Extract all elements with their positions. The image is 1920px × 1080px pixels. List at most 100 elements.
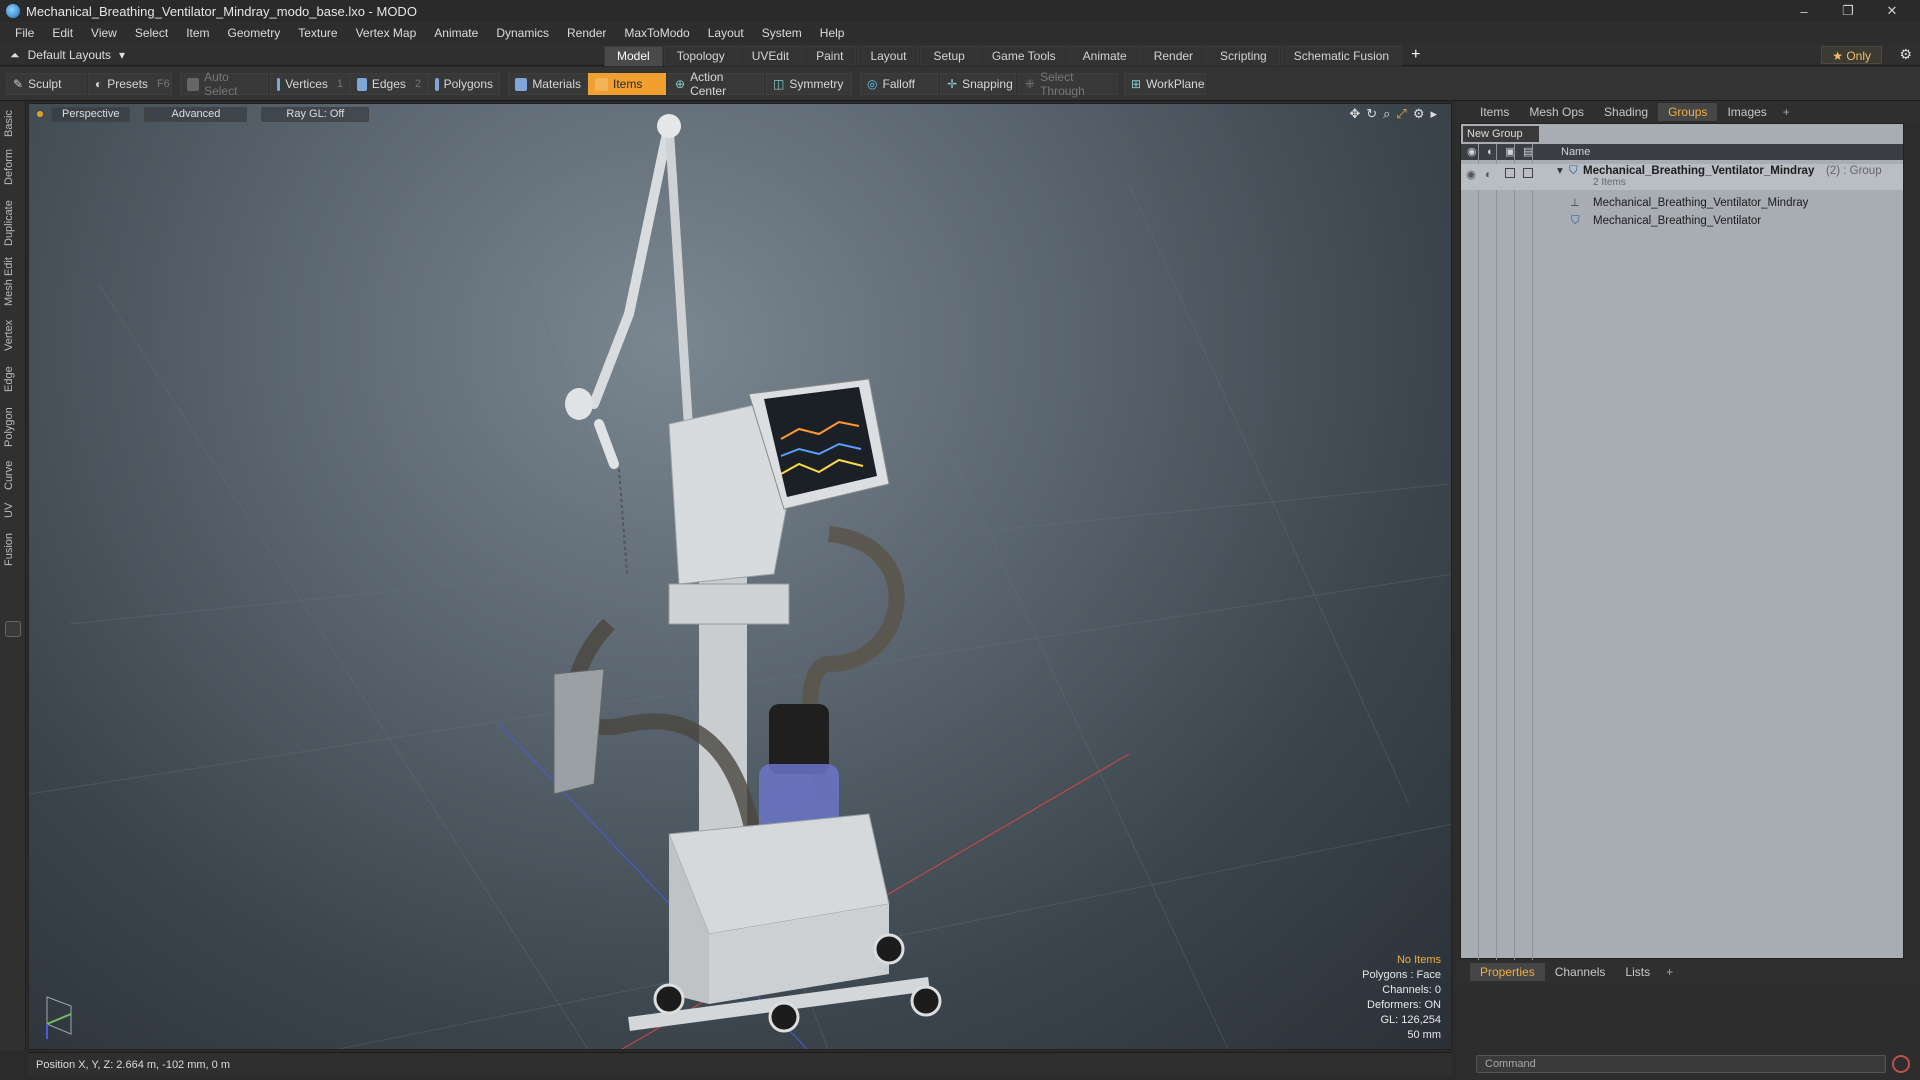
action-center-button[interactable]: ⊕ Action Center xyxy=(668,70,764,98)
strip-tab-curve[interactable]: Curve xyxy=(3,457,23,493)
visibility-eye-icon[interactable]: ◉ xyxy=(1467,144,1477,160)
viewport-canvas xyxy=(29,104,1451,1049)
menu-view[interactable]: View xyxy=(82,22,126,44)
strip-tab-fusion[interactable]: Fusion xyxy=(3,529,23,569)
menu-layout[interactable]: Layout xyxy=(699,22,753,44)
menu-vertex-map[interactable]: Vertex Map xyxy=(347,22,426,44)
command-history-button[interactable] xyxy=(1892,1055,1910,1073)
group-expand-icon[interactable]: ▾ xyxy=(1557,162,1563,180)
ventilator-model xyxy=(553,114,942,1033)
row-lock-checkbox[interactable] xyxy=(1505,168,1515,178)
tab-shading[interactable]: Shading xyxy=(1594,103,1658,121)
tab-model[interactable]: Model xyxy=(604,46,663,66)
sculpt-button[interactable]: ✎ Sculpt xyxy=(6,73,86,95)
tab-animate[interactable]: Animate xyxy=(1069,46,1140,66)
raygl-button[interactable]: Ray GL: Off xyxy=(261,106,370,122)
close-button[interactable]: ✕ xyxy=(1870,0,1914,22)
falloff-button[interactable]: ◎ Falloff xyxy=(860,73,938,95)
minimize-button[interactable]: – xyxy=(1782,0,1826,22)
shading-mode-button[interactable]: Advanced xyxy=(144,106,248,122)
menu-select[interactable]: Select xyxy=(126,22,177,44)
menu-help[interactable]: Help xyxy=(811,22,854,44)
strip-tab-uv[interactable]: UV xyxy=(3,499,23,521)
viewport-nav-icons: ✥ ↻ ⌕ ⤢ ⚙ ▸ xyxy=(1349,106,1437,122)
tab-schematic-fusion[interactable]: Schematic Fusion xyxy=(1280,46,1403,66)
auto-select-button[interactable]: Auto Select xyxy=(180,70,268,98)
tab-uvedit[interactable]: UVEdit xyxy=(738,46,803,66)
move-view-icon[interactable]: ✥ xyxy=(1349,106,1360,122)
strip-collapse-button[interactable] xyxy=(5,621,21,637)
tab-lists[interactable]: Lists xyxy=(1615,963,1660,981)
strip-tab-duplicate[interactable]: Duplicate xyxy=(3,197,23,249)
strip-tab-edge[interactable]: Edge xyxy=(3,363,23,395)
materials-button[interactable]: Materials xyxy=(508,73,588,95)
tab-scripting[interactable]: Scripting xyxy=(1207,46,1280,66)
tab-paint[interactable]: Paint xyxy=(803,46,857,66)
view-mode-button[interactable]: Perspective xyxy=(51,106,131,122)
viewport-menu-dot[interactable] xyxy=(37,111,43,117)
menu-item[interactable]: Item xyxy=(177,22,218,44)
tab-mesh-ops[interactable]: Mesh Ops xyxy=(1519,103,1594,121)
row-render-icon[interactable]: ◐ xyxy=(1485,166,1492,184)
menu-file[interactable]: File xyxy=(6,22,43,44)
menu-edit[interactable]: Edit xyxy=(43,22,82,44)
vertices-button[interactable]: Vertices 1 xyxy=(270,73,350,95)
render-toggle-icon[interactable]: ◐ xyxy=(1487,144,1494,160)
rotate-view-icon[interactable]: ↻ xyxy=(1366,106,1377,122)
viewport-settings-icon[interactable]: ⚙ xyxy=(1413,106,1425,122)
group-child-row[interactable]: ⛉ Mechanical_Breathing_Ventilator xyxy=(1461,212,1903,230)
edges-button[interactable]: Edges 2 xyxy=(350,73,428,95)
layouts-dropdown[interactable]: ⏶ Default Layouts ▾ xyxy=(10,44,125,66)
menu-render[interactable]: Render xyxy=(558,22,615,44)
group-child-row[interactable]: ⟂ Mechanical_Breathing_Ventilator_Mindra… xyxy=(1461,194,1903,212)
group-row[interactable]: ◉ ◐ ▾ ⛉ Mechanical_Breathing_Ventilator_… xyxy=(1461,164,1903,190)
fit-view-icon[interactable]: ⤢ xyxy=(1396,106,1406,122)
tab-images[interactable]: Images xyxy=(1717,103,1776,121)
row-select-checkbox[interactable] xyxy=(1523,168,1533,178)
only-toggle[interactable]: ★ Only xyxy=(1821,46,1882,64)
tab-layout[interactable]: Layout xyxy=(857,46,920,66)
add-tab-icon[interactable]: + xyxy=(1403,46,1428,66)
workplane-button[interactable]: ⊞ WorkPlane xyxy=(1124,73,1206,95)
snapping-button[interactable]: ✛ Snapping xyxy=(940,73,1016,95)
symmetry-button[interactable]: ◫ Symmetry xyxy=(766,73,852,95)
tab-setup[interactable]: Setup xyxy=(920,46,978,66)
strip-tab-polygon[interactable]: Polygon xyxy=(3,403,23,451)
add-properties-tab-icon[interactable]: + xyxy=(1660,965,1679,979)
menu-system[interactable]: System xyxy=(753,22,811,44)
presets-button[interactable]: ◐ Presets F6 xyxy=(88,73,172,95)
zoom-view-icon[interactable]: ⌕ xyxy=(1383,106,1390,122)
tab-items[interactable]: Items xyxy=(1470,103,1519,121)
tab-game-tools[interactable]: Game Tools xyxy=(978,46,1069,66)
maximize-button[interactable]: ❐ xyxy=(1826,0,1870,22)
command-input[interactable]: Command xyxy=(1476,1055,1886,1073)
strip-tab-vertex[interactable]: Vertex xyxy=(3,315,23,355)
viewport-expand-icon[interactable]: ▸ xyxy=(1430,106,1437,122)
menu-animate[interactable]: Animate xyxy=(425,22,487,44)
layout-toggle-icon[interactable]: ⏶ xyxy=(10,48,20,63)
tab-properties[interactable]: Properties xyxy=(1470,963,1545,981)
gear-icon[interactable]: ⚙ xyxy=(1899,46,1912,63)
add-panel-tab-icon[interactable]: + xyxy=(1777,105,1796,119)
menu-maxtomodo[interactable]: MaxToModo xyxy=(615,22,698,44)
3d-viewport[interactable]: Perspective Advanced Ray GL: Off ✥ ↻ ⌕ ⤢… xyxy=(28,103,1452,1050)
strip-tab-mesh-edit[interactable]: Mesh Edit xyxy=(3,255,23,309)
menu-dynamics[interactable]: Dynamics xyxy=(487,22,558,44)
tab-render[interactable]: Render xyxy=(1140,46,1207,66)
strip-tab-basic[interactable]: Basic xyxy=(3,107,23,141)
vertices-icon xyxy=(277,77,281,91)
tab-groups[interactable]: Groups xyxy=(1658,103,1718,121)
select-through-button[interactable]: ⁜ Select Through xyxy=(1018,70,1118,98)
menu-texture[interactable]: Texture xyxy=(289,22,346,44)
shield-icon xyxy=(187,77,200,91)
strip-tab-deform[interactable]: Deform xyxy=(3,145,23,189)
items-button[interactable]: Items xyxy=(588,73,666,95)
menu-geometry[interactable]: Geometry xyxy=(219,22,290,44)
row-eye-icon[interactable]: ◉ xyxy=(1466,166,1476,184)
new-group-button[interactable]: New Group xyxy=(1463,126,1539,142)
groups-list: New Group ◉ ◐ ▣ ▤ Name ◉ ◐ ▾ ⛉ Mechanica… xyxy=(1460,123,1904,960)
tab-topology[interactable]: Topology xyxy=(663,46,738,66)
tab-channels[interactable]: Channels xyxy=(1545,963,1616,981)
polygons-button[interactable]: Polygons xyxy=(428,73,500,95)
mesh-icon: ⟂ xyxy=(1571,197,1579,209)
